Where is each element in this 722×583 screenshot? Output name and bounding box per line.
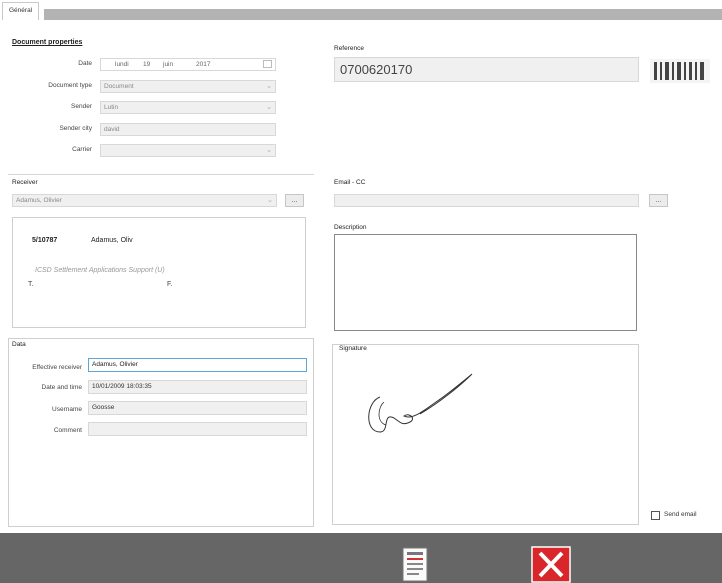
receiver-card-f: F. (167, 281, 173, 288)
barcode-icon (650, 59, 710, 83)
chevron-down-icon: ⌄ (266, 147, 272, 154)
carrier-label: Carrier (72, 146, 92, 153)
description-label: Description (334, 224, 367, 231)
effective-receiver-input[interactable]: Adamus, Olivier (88, 358, 307, 372)
username-field[interactable]: Goosse (88, 401, 307, 415)
separator (8, 174, 314, 175)
datetime-value: 10/01/2009 18:03:35 (92, 383, 152, 390)
carrier-select[interactable]: ⌄ (100, 144, 276, 157)
sender-select[interactable]: Lutin ⌄ (100, 101, 276, 114)
receiver-card: 5/10787 Adamus, Oliv ICSD Settlement App… (12, 217, 306, 328)
date-year: 2017 (196, 61, 211, 68)
receiver-card-dept: ICSD Settlement Applications Support (U) (35, 267, 165, 274)
receiver-select-value: Adamus, Olivier (16, 197, 62, 204)
data-title: Data (12, 341, 26, 348)
sender-city-value: david (104, 126, 120, 133)
tab-strip (44, 9, 722, 20)
chevron-down-icon: ⌄ (266, 83, 272, 90)
send-email-label: Send email (664, 511, 697, 518)
footer-bar (0, 533, 722, 583)
username-value: Goosse (92, 404, 115, 411)
datetime-field[interactable]: 10/01/2009 18:03:35 (88, 380, 307, 394)
sender-value: Lutin (104, 104, 119, 111)
chevron-down-icon: ⌄ (266, 104, 272, 111)
signature-label: Signature (337, 345, 369, 352)
receiver-card-name: Adamus, Oliv (91, 237, 133, 244)
report-icon[interactable] (401, 546, 431, 583)
comment-label: Comment (53, 427, 82, 434)
tab-general[interactable]: Général (2, 2, 40, 20)
effective-receiver-label: Effective receiver (32, 364, 82, 371)
receiver-card-id: 5/10787 (32, 237, 58, 244)
email-cc-field[interactable] (334, 194, 639, 207)
date-month: juin (163, 61, 174, 68)
datetime-label: Date and time (41, 384, 82, 391)
reference-label: Reference (334, 45, 364, 52)
receiver-select[interactable]: Adamus, Olivier ⌄ (12, 194, 277, 207)
receiver-browse-button[interactable]: ... (285, 194, 304, 207)
comment-field[interactable] (88, 422, 307, 436)
date-label: Date (78, 60, 92, 67)
date-day: lundi (115, 61, 129, 68)
signature-image (368, 373, 473, 433)
tab-bar: Général (0, 0, 722, 20)
reference-value: 0700620170 (340, 62, 413, 77)
receiver-title: Receiver (12, 179, 38, 186)
email-cc-label: Email - CC (334, 179, 366, 186)
doctype-value: Document (104, 83, 134, 90)
chevron-down-icon: ⌄ (267, 197, 273, 204)
close-icon[interactable] (531, 546, 571, 583)
sender-label: Sender (71, 103, 92, 110)
calendar-icon[interactable] (263, 60, 272, 68)
document-properties-title: Document properties (12, 39, 83, 46)
doctype-select[interactable]: Document ⌄ (100, 80, 276, 93)
sender-city-label: Sender city (59, 125, 92, 132)
reference-field[interactable]: 0700620170 (334, 57, 639, 82)
date-num: 19 (143, 61, 151, 68)
sender-city-field[interactable]: david (100, 123, 276, 136)
date-picker[interactable]: lundi 19 juin 2017 (100, 58, 276, 71)
username-label: Username (52, 406, 82, 413)
email-cc-browse-button[interactable]: ... (649, 194, 668, 207)
doctype-label: Document type (48, 82, 92, 89)
receiver-card-t: T. (28, 281, 34, 288)
description-textarea[interactable] (334, 234, 637, 331)
send-email-checkbox[interactable] (651, 511, 660, 520)
effective-receiver-value: Adamus, Olivier (92, 361, 138, 368)
